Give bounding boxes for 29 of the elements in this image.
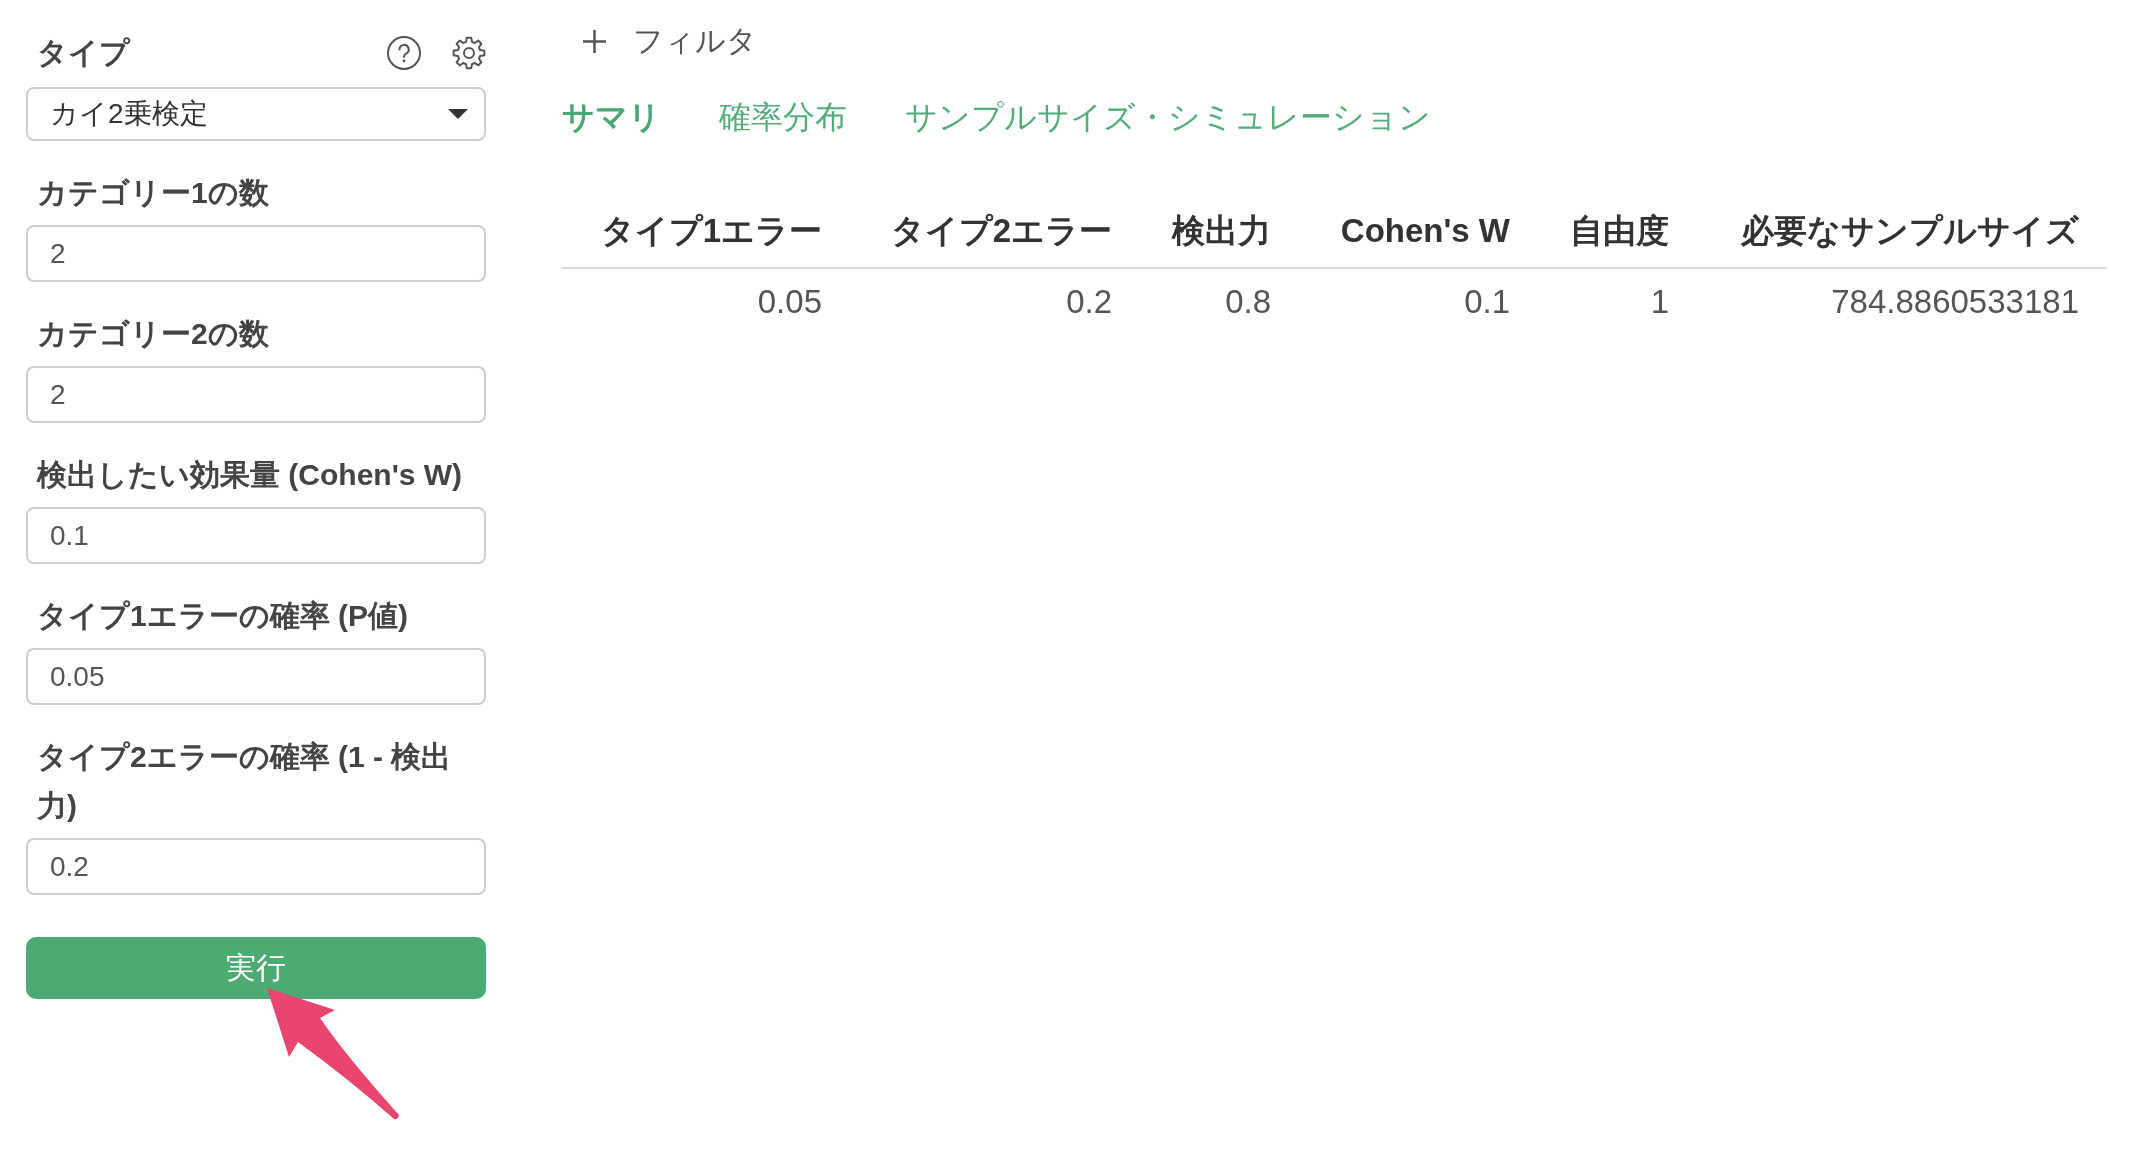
column-header: 自由度 xyxy=(1538,195,1697,268)
table-cell: 1 xyxy=(1538,268,1697,335)
input-field[interactable]: 2 xyxy=(26,366,486,423)
column-header: タイプ2エラー xyxy=(850,195,1140,268)
input-field[interactable]: 0.05 xyxy=(26,648,486,705)
plus-icon xyxy=(582,28,607,54)
column-header: 検出力 xyxy=(1140,195,1299,268)
column-header: タイプ1エラー xyxy=(562,195,850,268)
input-field[interactable]: 2 xyxy=(26,225,486,282)
field-label: カテゴリー2の数 xyxy=(37,316,270,352)
column-header: Cohen's W xyxy=(1299,195,1538,268)
field-label: タイプ2エラーの確率 (1 - 検出力) xyxy=(37,739,453,824)
table-cell: 0.1 xyxy=(1299,268,1538,335)
help-icon[interactable] xyxy=(387,35,421,70)
type-dropdown[interactable]: カイ2乗検定 xyxy=(26,87,486,141)
caret-icon xyxy=(448,109,468,119)
settings-icon[interactable] xyxy=(452,35,486,70)
column-header: 必要なサンプルサイズ xyxy=(1697,195,2107,268)
table-cell: 0.8 xyxy=(1140,268,1299,335)
field-label: カテゴリー1の数 xyxy=(37,175,270,211)
field-label: 検出したい効果量 (Cohen's W) xyxy=(37,457,464,493)
table-cell: 0.05 xyxy=(562,268,850,335)
field-label: タイプ xyxy=(37,35,130,71)
table-cell: 0.2 xyxy=(850,268,1140,335)
table-cell: 784.8860533181 xyxy=(1697,268,2107,335)
input-field[interactable]: 0.1 xyxy=(26,507,486,564)
field-label: タイプ1エラーの確率 (P値) xyxy=(37,598,409,634)
input-field[interactable]: 0.2 xyxy=(26,838,486,895)
add-filter-button[interactable]: フィルタ xyxy=(562,16,757,66)
